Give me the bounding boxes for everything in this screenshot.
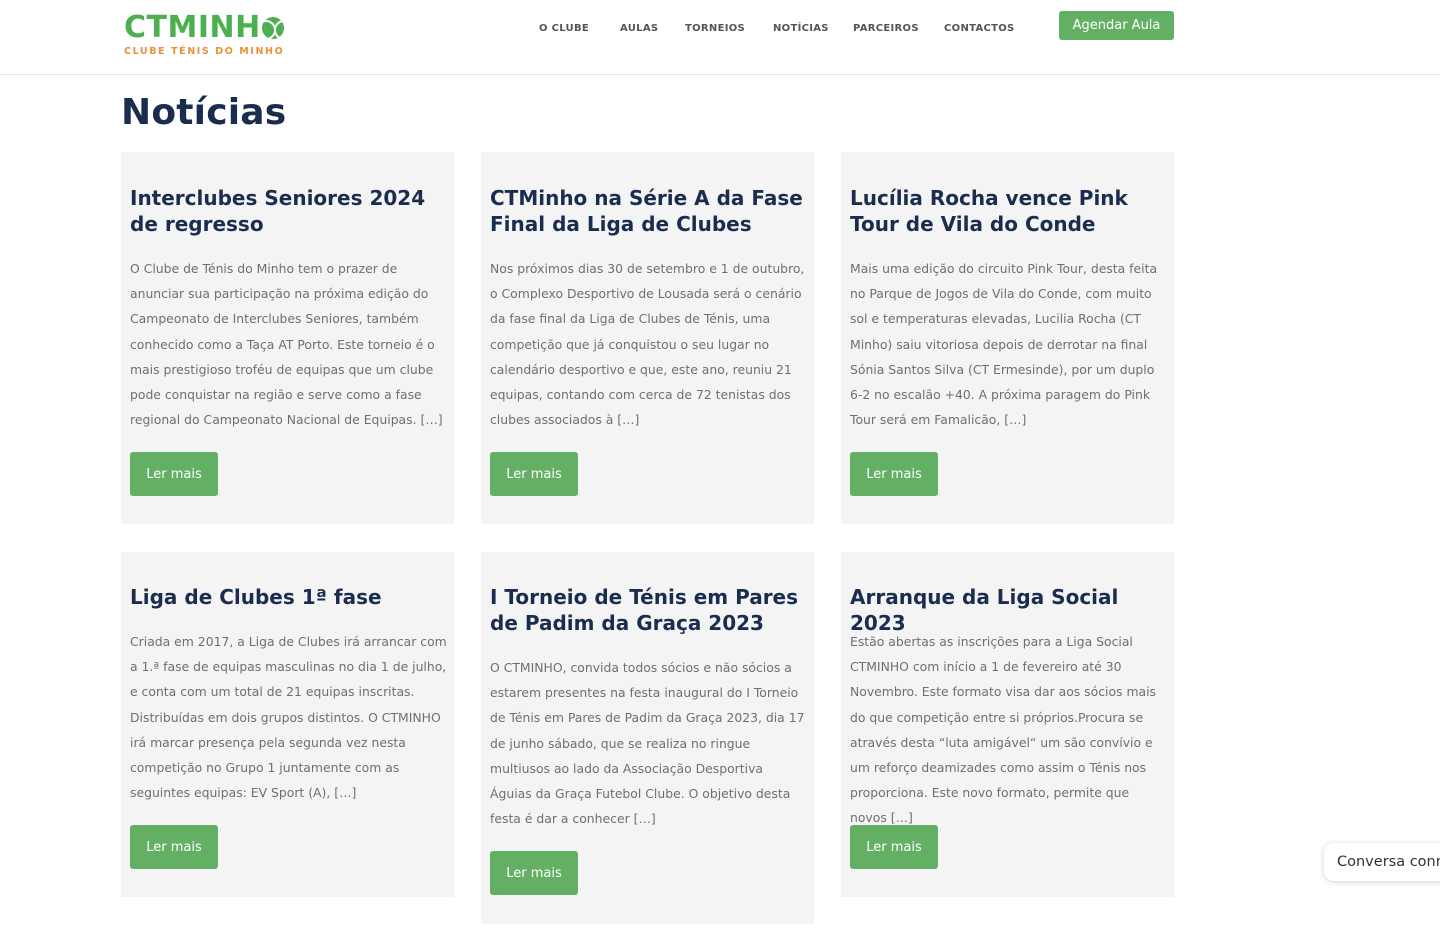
tennis-ball-icon xyxy=(261,17,284,39)
news-card-excerpt: O Clube de Ténis do Minho tem o prazer d… xyxy=(130,261,443,428)
news-card: Interclubes Seniores 2024 de regresso O … xyxy=(121,152,454,524)
read-more-button[interactable]: Ler mais xyxy=(850,452,938,496)
news-card: Lucília Rocha vence Pink Tour de Vila do… xyxy=(841,152,1174,524)
read-more-button[interactable]: Ler mais xyxy=(490,851,578,895)
nav-item-parceiros[interactable]: PARCEIROS xyxy=(853,23,919,34)
site-logo[interactable]: CTMINH CLUBE TÉNIS DO MINHO xyxy=(124,12,294,57)
site-header: CTMINH CLUBE TÉNIS DO MINHO O CLUBE AULA… xyxy=(0,0,1440,75)
schedule-lesson-button[interactable]: Agendar Aula xyxy=(1059,11,1174,40)
news-card-excerpt: Criada em 2017, a Liga de Clubes irá arr… xyxy=(130,634,447,801)
nav-item-contactos[interactable]: CONTACTOS xyxy=(944,23,1015,34)
news-card-title[interactable]: CTMinho na Série A da Fase Final da Liga… xyxy=(490,185,806,237)
page-title: Notícias xyxy=(121,92,287,133)
chat-widget-button[interactable]: Conversa connosco xyxy=(1324,843,1440,881)
news-card-title[interactable]: Liga de Clubes 1ª fase xyxy=(130,584,446,610)
logo-wordmark: CTMINH xyxy=(124,12,294,44)
news-card-title[interactable]: I Torneio de Ténis em Pares de Padim da … xyxy=(490,584,806,636)
news-card-excerpt: Mais uma edição do circuito Pink Tour, d… xyxy=(850,261,1158,428)
news-card-excerpt: Estão abertas as inscrições para a Liga … xyxy=(850,634,1157,826)
news-card: I Torneio de Ténis em Pares de Padim da … xyxy=(481,552,814,924)
logo-wordmark-text: CTMINH xyxy=(124,10,261,45)
nav-item-noticias[interactable]: NOTÍCIAS xyxy=(773,23,829,34)
news-card: Liga de Clubes 1ª fase Criada em 2017, a… xyxy=(121,552,454,897)
news-card-title[interactable]: Lucília Rocha vence Pink Tour de Vila do… xyxy=(850,185,1166,237)
nav-item-o-clube[interactable]: O CLUBE xyxy=(539,23,589,34)
logo-tagline: CLUBE TÉNIS DO MINHO xyxy=(124,46,285,57)
news-card-excerpt: Nos próximos dias 30 de setembro e 1 de … xyxy=(490,261,805,428)
read-more-button[interactable]: Ler mais xyxy=(130,452,218,496)
read-more-button[interactable]: Ler mais xyxy=(850,825,938,869)
news-card: CTMinho na Série A da Fase Final da Liga… xyxy=(481,152,814,524)
nav-item-aulas[interactable]: AULAS xyxy=(620,23,658,34)
read-more-button[interactable]: Ler mais xyxy=(130,825,218,869)
news-card-excerpt: O CTMINHO, convida todos sócios e não só… xyxy=(490,660,805,827)
news-card: Arranque da Liga Social 2023 Estão abert… xyxy=(841,552,1174,897)
nav-item-torneios[interactable]: TORNEIOS xyxy=(685,23,745,34)
read-more-button[interactable]: Ler mais xyxy=(490,452,578,496)
news-card-title[interactable]: Interclubes Seniores 2024 de regresso xyxy=(130,185,446,237)
